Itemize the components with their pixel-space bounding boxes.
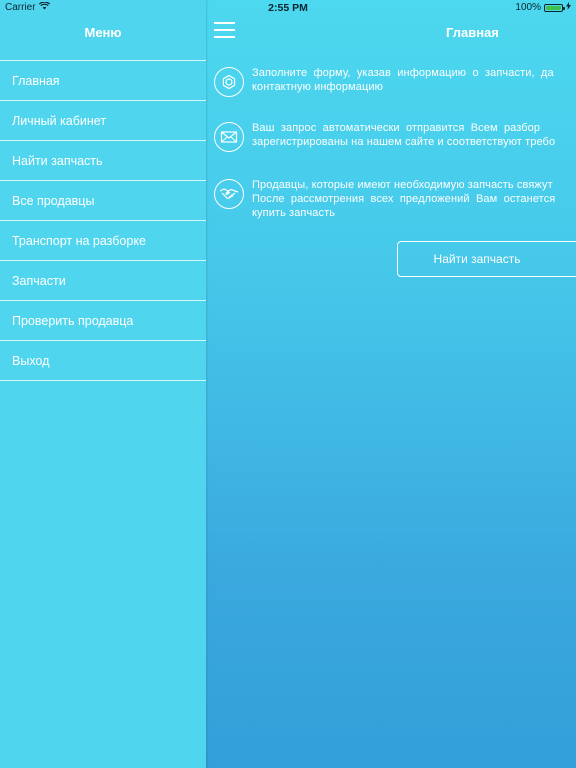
menu-list: Главная Личный кабинет Найти запчасть Вс… [0,60,206,381]
menu-item-find-part[interactable]: Найти запчасть [0,141,206,181]
page-title: Главная [446,25,499,40]
charging-icon [566,2,571,13]
hamburger-menu-icon[interactable] [214,22,236,40]
sidebar-title: Меню [84,25,122,40]
feature-sellers-contact: Продавцы, которые имеют необходимую запч… [214,178,576,220]
menu-item-label: Проверить продавца [12,313,134,328]
main-content: 2:55 PM 100% Главная Заполните форму, ук… [206,0,576,768]
menu-item-label: Личный кабинет [12,113,107,128]
carrier-label: Carrier [5,2,36,13]
find-part-button[interactable]: Найти запчасть [397,241,576,277]
menu-item-label: Все продавцы [12,193,95,208]
status-bar-left: Carrier [5,1,50,13]
menu-item-check-seller[interactable]: Проверить продавца [0,301,206,341]
feature-auto-send: Ваш запрос автоматически отправится Всем… [214,121,576,152]
app-window: Carrier Меню Главная Личный кабинет Найт… [0,0,576,768]
battery-percent: 100% [515,2,541,13]
menu-item-parts[interactable]: Запчасти [0,261,206,301]
menu-item-label: Главная [12,73,60,88]
menu-item-account[interactable]: Личный кабинет [0,101,206,141]
handshake-icon [214,179,244,209]
gear-icon [214,67,244,97]
feature-text: Ваш запрос автоматически отправится Всем… [252,122,556,148]
menu-item-home[interactable]: Главная [0,61,206,101]
envelope-icon [214,122,244,152]
menu-item-label: Найти запчасть [12,153,103,168]
status-bar-right: 100% [515,2,571,13]
menu-item-label: Запчасти [12,273,66,288]
menu-item-dismantling-vehicles[interactable]: Транспорт на разборке [0,221,206,261]
feature-text: Продавцы, которые имеют необходимую запч… [252,179,556,219]
menu-item-label: Выход [12,353,50,368]
wifi-icon [38,1,50,13]
menu-item-logout[interactable]: Выход [0,341,206,381]
battery-icon [544,3,565,12]
menu-item-label: Транспорт на разборке [12,233,146,248]
feature-text: Заполните форму, указав информацию о зап… [252,67,554,93]
feature-fill-form: Заполните форму, указав информацию о зап… [214,66,576,97]
sidebar-menu: Carrier Меню Главная Личный кабинет Найт… [0,0,206,768]
menu-item-all-sellers[interactable]: Все продавцы [0,181,206,221]
